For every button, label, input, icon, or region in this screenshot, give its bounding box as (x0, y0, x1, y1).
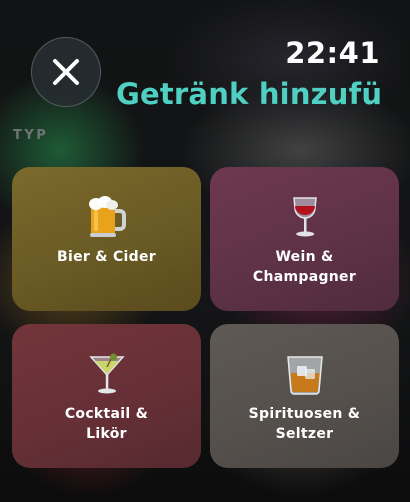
drink-type-grid: Bier & Cider Wein & Champagner Cocktail (12, 167, 399, 469)
section-label-type: TYP (13, 128, 49, 143)
close-icon (53, 59, 79, 85)
beer-mug-icon (87, 195, 127, 239)
tumbler-glass-icon (285, 352, 325, 396)
tile-beer-cider[interactable]: Bier & Cider (12, 167, 201, 311)
close-button[interactable] (31, 37, 101, 107)
tile-cocktail-liqueur[interactable]: Cocktail & Likör (12, 324, 201, 468)
tile-label: Spirituosen & Seltzer (248, 406, 361, 442)
tile-spirits-seltzer[interactable]: Spirituosen & Seltzer (210, 324, 399, 468)
page-title-container: Getränk hinzufüg (116, 72, 380, 116)
cocktail-glass-icon (88, 352, 125, 396)
tile-wine-champagne[interactable]: Wein & Champagner (210, 167, 399, 311)
tile-label: Bier & Cider (57, 249, 156, 265)
clock-time: 22:41 (285, 36, 380, 70)
tile-label: Cocktail & Likör (64, 406, 149, 442)
page-title: Getränk hinzufüg (116, 77, 380, 111)
wine-glass-icon (289, 195, 321, 239)
tile-label: Wein & Champagner (252, 249, 357, 285)
